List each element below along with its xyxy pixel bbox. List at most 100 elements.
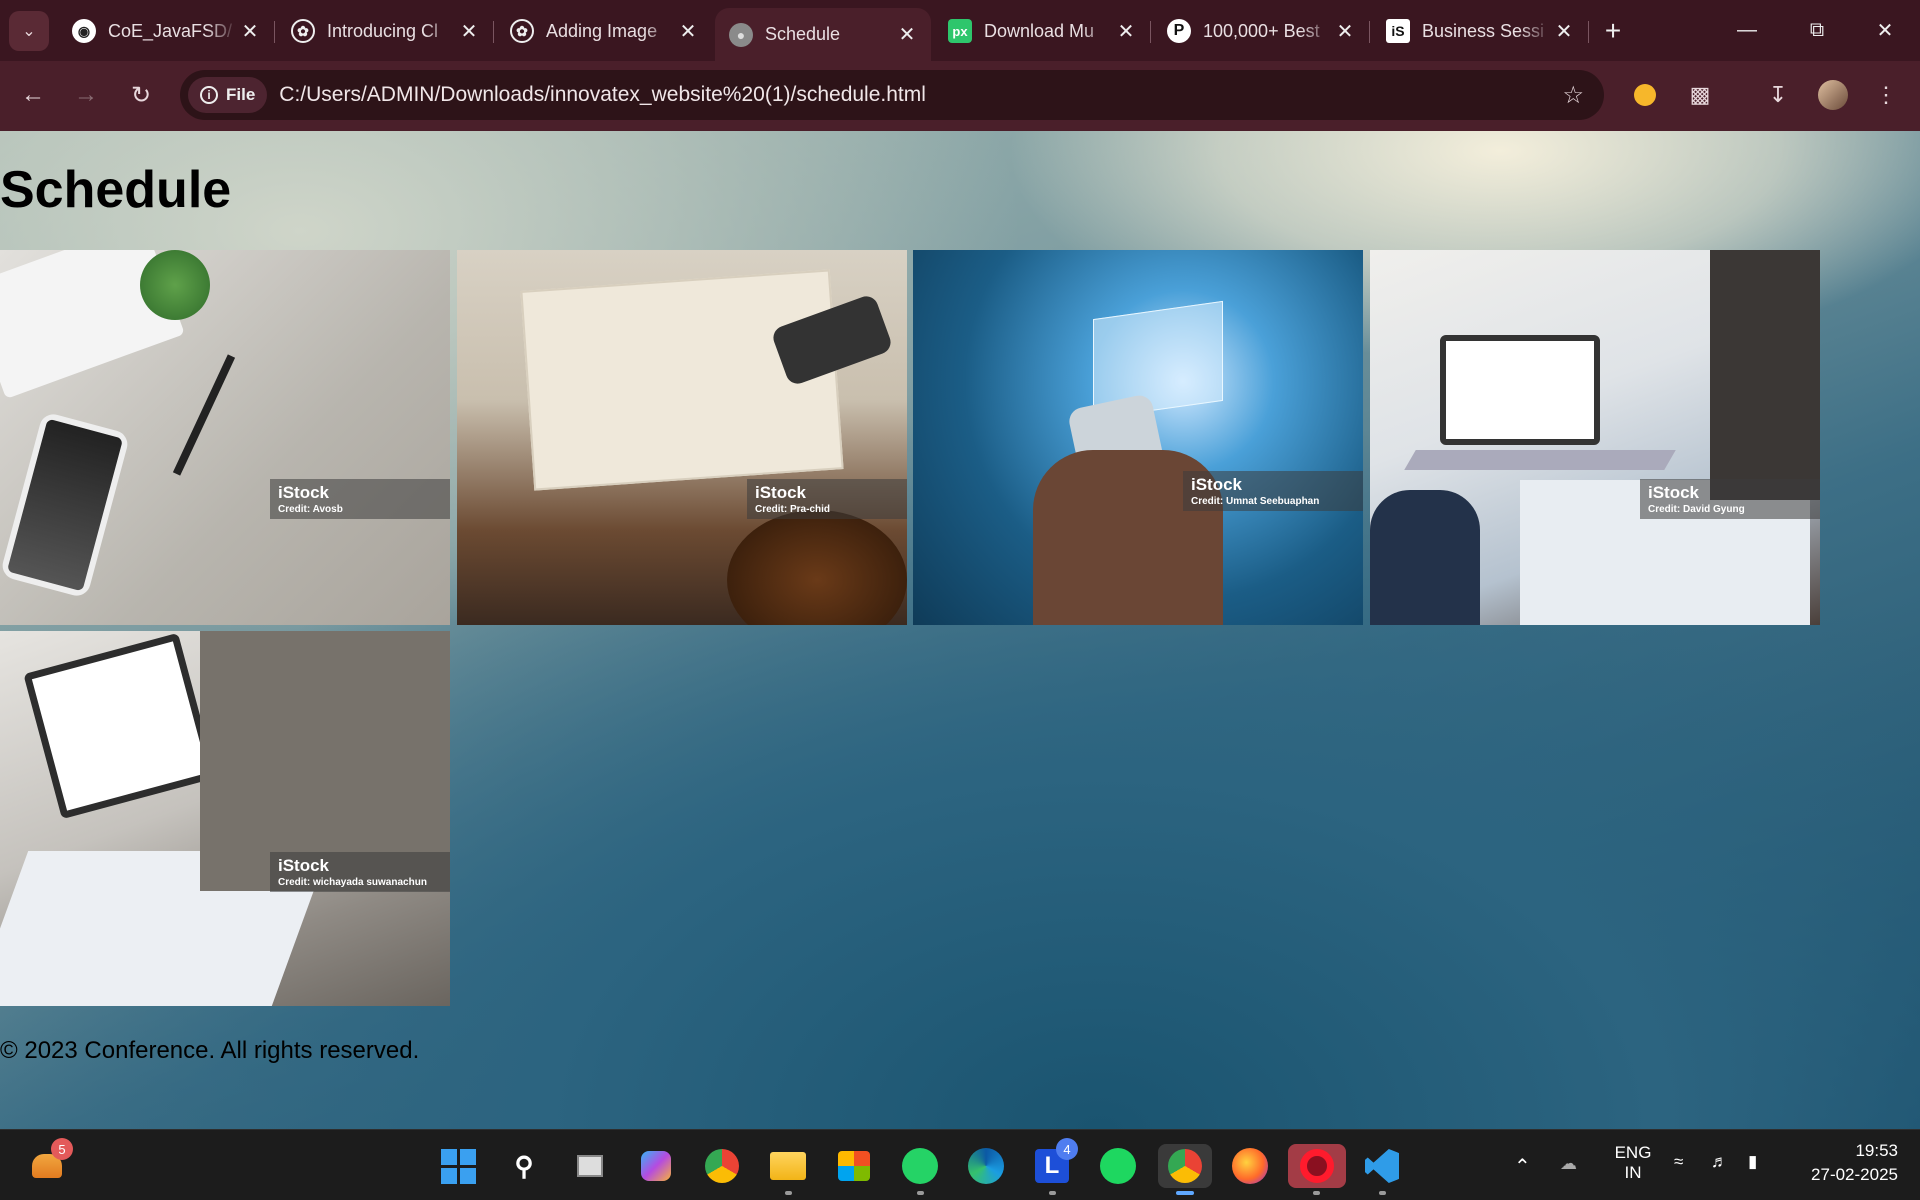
whatsapp-icon: [902, 1148, 938, 1184]
tab-schedule[interactable]: ● Schedule ✕: [715, 8, 931, 61]
widgets-button[interactable]: 5: [25, 1138, 73, 1188]
close-icon[interactable]: ✕: [238, 19, 262, 43]
tab-github[interactable]: ◉ CoE_JavaFSD/ ✕: [58, 8, 275, 54]
close-window-button[interactable]: ✕: [1860, 10, 1910, 50]
istock-watermark: iStock Credit: Avosb: [270, 479, 450, 519]
file-explorer-button[interactable]: [766, 1144, 810, 1195]
show-hidden-icons-button[interactable]: ⌃: [1514, 1154, 1531, 1179]
edge-icon: [968, 1148, 1004, 1184]
restore-button[interactable]: ⧉: [1792, 10, 1842, 50]
tab-strip: ⌄ ◉ CoE_JavaFSD/ ✕ ✿ Introducing Cl ✕ ✿ …: [0, 0, 1920, 61]
address-bar[interactable]: i File C:/Users/ADMIN/Downloads/innovate…: [180, 70, 1604, 120]
chrome-icon: [1168, 1149, 1202, 1183]
copilot-button[interactable]: [634, 1144, 678, 1188]
info-icon: i: [200, 86, 218, 104]
windows-taskbar: 5 ⚲ L 4 ⌃ ☁ ENG IN ≈ ♬ ▮ 19:53 27-02-202…: [0, 1129, 1920, 1200]
clock-time: 19:53: [1855, 1141, 1898, 1160]
extensions-puzzle-icon[interactable]: ▩: [1680, 75, 1720, 115]
reload-button[interactable]: ↻: [121, 75, 161, 115]
tab-title: Business Sessi: [1422, 20, 1545, 41]
schedule-image-4: iStock Credit: David Gyung: [1370, 250, 1820, 625]
footer-copyright: © 2023 Conference. All rights reserved.: [0, 1037, 420, 1064]
firefox-button[interactable]: [1228, 1144, 1272, 1188]
tab-search-button[interactable]: ⌄: [9, 11, 49, 51]
onedrive-offline-icon[interactable]: ☁: [1560, 1154, 1577, 1174]
folder-icon: [770, 1152, 806, 1180]
close-icon: ✕: [1876, 19, 1894, 42]
tab-title: Download Mu: [984, 20, 1095, 41]
schedule-image-5: iStock Credit: wichayada suwanachun: [0, 631, 450, 1006]
minimize-button[interactable]: —: [1722, 10, 1772, 50]
tab-introducing[interactable]: ✿ Introducing Cl ✕: [277, 8, 494, 54]
tab-business[interactable]: iS Business Sessi ✕: [1372, 8, 1589, 54]
istock-icon: iS: [1386, 19, 1410, 43]
browser-chrome: ⌄ ◉ CoE_JavaFSD/ ✕ ✿ Introducing Cl ✕ ✿ …: [0, 0, 1920, 131]
istock-watermark: iStock Credit: wichayada suwanachun: [270, 852, 450, 892]
restore-icon: ⧉: [1809, 18, 1825, 41]
close-icon[interactable]: ✕: [1552, 19, 1576, 43]
pexels-icon: P: [1167, 19, 1191, 43]
tab-title: 100,000+ Best: [1203, 20, 1320, 41]
istock-watermark: iStock Credit: David Gyung: [1640, 479, 1820, 519]
opera-button[interactable]: [1288, 1144, 1346, 1195]
new-tab-button[interactable]: +: [1596, 14, 1630, 48]
language-indicator[interactable]: ENG IN: [1608, 1143, 1658, 1183]
windows-logo-icon: [440, 1148, 476, 1184]
page-title: Schedule: [0, 161, 232, 219]
volume-icon[interactable]: ♬: [1711, 1152, 1728, 1172]
menu-kebab-icon[interactable]: ⋮: [1866, 75, 1906, 115]
back-button[interactable]: ←: [13, 75, 53, 115]
reload-icon: ↻: [130, 81, 152, 109]
schedule-image-1: iStock Credit: Avosb: [0, 250, 450, 625]
edge-button[interactable]: [964, 1144, 1008, 1188]
l-app-badge: 4: [1056, 1138, 1078, 1160]
close-icon[interactable]: ✕: [676, 19, 700, 43]
plus-icon: +: [1604, 15, 1622, 46]
tab-best[interactable]: P 100,000+ Best ✕: [1153, 8, 1370, 54]
spotify-icon: [1100, 1148, 1136, 1184]
close-icon[interactable]: ✕: [1333, 19, 1357, 43]
profile-avatar[interactable]: [1813, 75, 1853, 115]
chrome-profile-button[interactable]: [1158, 1144, 1212, 1195]
widgets-badge: 5: [51, 1138, 73, 1160]
search-icon: ⚲: [514, 1150, 534, 1181]
tab-title: CoE_JavaFSD/: [108, 20, 233, 41]
tab-download[interactable]: px Download Mu ✕: [934, 8, 1151, 54]
openai-icon: ✿: [291, 19, 315, 43]
spotify-button[interactable]: [1096, 1144, 1140, 1188]
extension-coin-icon[interactable]: [1625, 75, 1665, 115]
battery-icon[interactable]: ▮: [1748, 1152, 1757, 1172]
url-text[interactable]: C:/Users/ADMIN/Downloads/innovatex_websi…: [279, 83, 926, 107]
copilot-icon: [641, 1151, 671, 1181]
minimize-icon: —: [1737, 18, 1757, 41]
bookmark-star-icon[interactable]: ☆: [1562, 81, 1584, 110]
istock-watermark: iStock Credit: Umnat Seebuaphan: [1183, 471, 1363, 511]
chrome-button[interactable]: [700, 1144, 744, 1188]
istock-watermark: iStock Credit: Pra-chid: [747, 479, 907, 519]
vscode-button[interactable]: [1360, 1144, 1404, 1195]
clock[interactable]: 19:53 27-02-2025: [1790, 1141, 1898, 1185]
arrow-right-icon: →: [74, 81, 98, 108]
opera-icon: [1300, 1149, 1334, 1183]
download-icon[interactable]: ↧: [1758, 75, 1798, 115]
wifi-icon[interactable]: ≈: [1674, 1152, 1683, 1172]
close-icon[interactable]: ✕: [457, 19, 481, 43]
taskbar-l-app-button[interactable]: L 4: [1030, 1138, 1078, 1195]
start-button[interactable]: [436, 1144, 480, 1188]
close-icon[interactable]: ✕: [1114, 19, 1138, 43]
forward-button[interactable]: →: [66, 75, 106, 115]
toolbar: ← → ↻ i File C:/Users/ADMIN/Downloads/in…: [0, 61, 1920, 131]
task-view-icon: [577, 1155, 603, 1177]
whatsapp-button[interactable]: [898, 1144, 942, 1195]
tab-adding-image[interactable]: ✿ Adding Image ✕: [496, 8, 712, 54]
schedule-image-3: iStock Credit: Umnat Seebuaphan: [913, 250, 1363, 625]
store-button[interactable]: [832, 1144, 876, 1188]
schedule-image-2: iStock Credit: Pra-chid: [457, 250, 907, 625]
chevron-down-icon: ⌄: [22, 23, 36, 40]
tab-title: Adding Image: [546, 20, 658, 41]
search-button[interactable]: ⚲: [502, 1144, 546, 1188]
close-icon[interactable]: ✕: [895, 23, 919, 47]
task-view-button[interactable]: [568, 1144, 612, 1188]
site-info-chip[interactable]: i File: [188, 77, 268, 113]
page-viewport: Schedule iStock Credit: Avosb iStock Cre…: [0, 131, 1920, 1129]
